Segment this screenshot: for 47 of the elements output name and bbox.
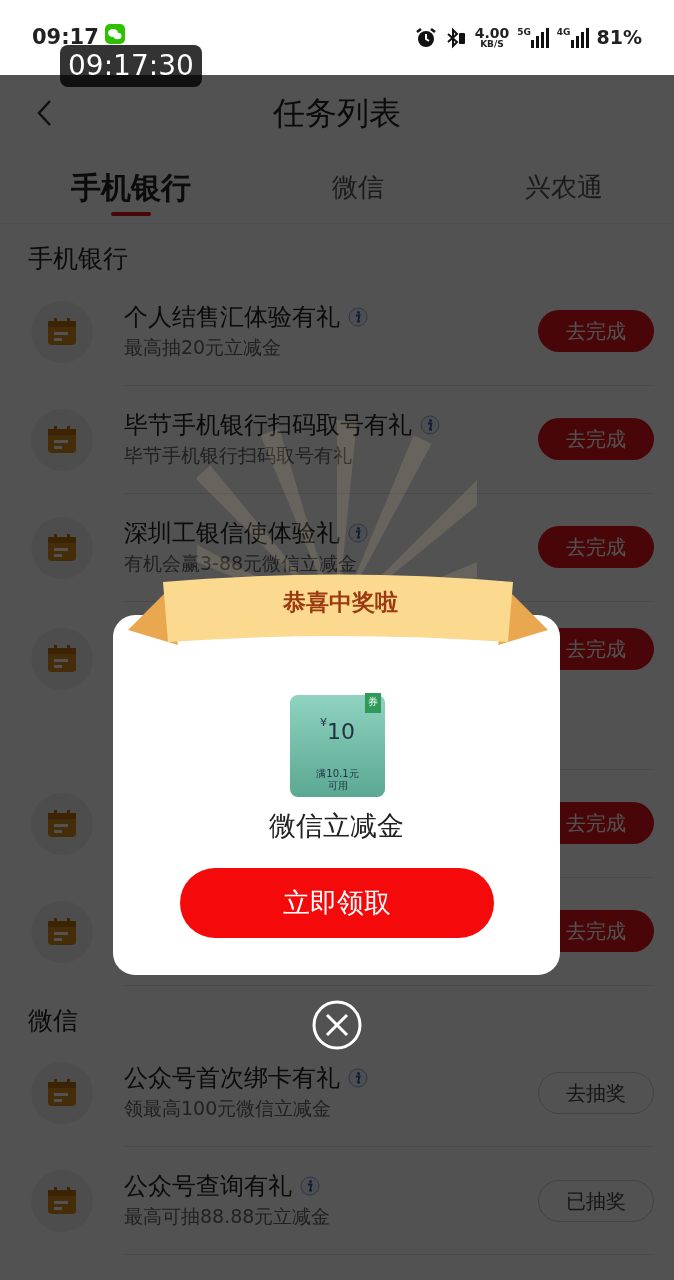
calendar-icon <box>47 917 77 946</box>
task-button[interactable]: 去完成 <box>538 526 654 568</box>
coupon-condition: 满10.1元 <box>315 768 360 780</box>
task-button[interactable]: 去完成 <box>538 310 654 352</box>
recorder-timestamp: 09:17:30 <box>60 45 202 87</box>
network-type: 5G <box>517 27 531 37</box>
calendar-icon <box>47 317 77 346</box>
info-icon[interactable] <box>420 414 440 435</box>
info-icon[interactable] <box>348 1068 368 1089</box>
info-icon[interactable] <box>300 1176 320 1197</box>
task-title: 公众号查询有礼 <box>124 1171 292 1203</box>
section-heading: 微信 <box>28 1004 78 1037</box>
task-title: 个人结售汇体验有礼 <box>124 301 340 333</box>
chat-app-icon <box>104 23 125 44</box>
close-icon[interactable] <box>312 1000 362 1050</box>
task-button[interactable]: 去抽奖 <box>538 1071 654 1114</box>
task-title: 公众号首次绑卡有礼 <box>124 1063 340 1095</box>
task-button[interactable]: 去完成 <box>538 418 654 460</box>
alarm-icon <box>414 26 437 49</box>
calendar-icon <box>47 644 77 673</box>
coupon-condition: 可用 <box>326 780 349 792</box>
tab[interactable]: 手机银行 <box>70 150 191 224</box>
calendar-icon <box>47 533 77 562</box>
prize-name: 微信立减金 <box>268 809 405 843</box>
speed-unit: KB/S <box>480 40 504 49</box>
info-icon[interactable] <box>348 306 368 327</box>
network-type: 4G <box>556 27 571 37</box>
signal-icon <box>570 27 589 48</box>
currency-symbol: ¥ <box>320 716 327 729</box>
network-speed: 4.00 <box>474 26 510 40</box>
calendar-icon <box>47 1079 77 1107</box>
calendar-icon <box>47 1187 77 1215</box>
claim-button[interactable]: 立即领取 <box>180 868 494 938</box>
coupon-amount: 10 <box>327 719 355 744</box>
task-title: 毕节手机银行扫码取号有礼 <box>124 409 412 441</box>
coupon-badge: 券 <box>365 693 381 713</box>
task-title: 深圳工银信使体验礼 <box>124 517 340 549</box>
signal-icon <box>530 27 549 48</box>
back-icon[interactable] <box>36 99 52 127</box>
calendar-icon <box>47 425 77 454</box>
calendar-icon <box>47 809 77 838</box>
section-heading: 手机银行 <box>28 243 128 275</box>
banner-title: 恭喜中奖啦 <box>281 588 399 617</box>
info-icon[interactable] <box>348 522 368 543</box>
task-button[interactable]: 已抽奖 <box>538 1179 654 1222</box>
page-title: 任务列表 <box>273 92 401 134</box>
battery-level: 81% <box>596 25 642 51</box>
